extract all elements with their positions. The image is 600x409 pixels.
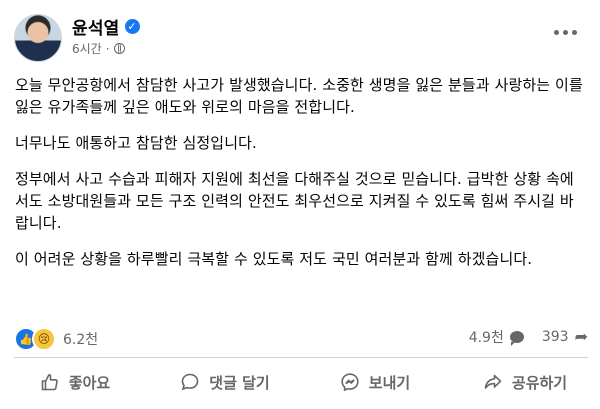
more-icon[interactable] (548, 22, 582, 42)
author-line: 윤석열 ✓ (72, 14, 140, 39)
comment-count[interactable]: 4.9천 (469, 327, 504, 347)
like-button[interactable]: 좋아요 (0, 360, 150, 404)
post-time[interactable]: 6시간 (72, 40, 102, 57)
post-paragraph: 너무나도 애통하고 참담한 심정입니다. (15, 134, 257, 152)
post-meta: 6시간 · (72, 40, 125, 57)
share-button[interactable]: 공유하기 (450, 360, 600, 404)
sad-reaction-icon: 😢 (32, 327, 56, 351)
share-label: 공유하기 (511, 373, 568, 392)
author-name[interactable]: 윤석열 (72, 14, 120, 39)
divider (14, 357, 588, 358)
verified-badge-icon: ✓ (124, 19, 140, 34)
comment-label: 댓글 달기 (209, 373, 270, 392)
comment-icon (180, 372, 200, 392)
post-content: 오늘 무안공항에서 참담한 사고가 발생했습니다. 소중한 생명을 잃은 분들과… (15, 74, 587, 284)
action-bar: 좋아요 댓글 달기 보내기 공유하기 (0, 360, 600, 404)
post-paragraph: 이 어려운 상황을 하루빨리 극복할 수 있도록 저도 국민 여러분과 함께 하… (15, 250, 533, 268)
post-header: 윤석열 ✓ 6시간 · (0, 0, 600, 66)
post-stats: 👍 😢 6.2천 4.9천 393 ➦ (14, 326, 588, 351)
like-label: 좋아요 (68, 373, 111, 392)
post-paragraph: 정부에서 사고 수습과 피해자 지원에 최선을 다해주실 것으로 믿습니다. 급… (15, 170, 574, 232)
avatar[interactable] (14, 14, 62, 62)
comment-count-icon (509, 331, 524, 346)
reactions-summary[interactable]: 👍 😢 6.2천 (14, 327, 98, 351)
comment-button[interactable]: 댓글 달기 (150, 360, 300, 404)
share-count[interactable]: 393 (542, 329, 569, 345)
thumbs-up-icon (40, 372, 60, 392)
engagement-counts: 4.9천 393 ➦ (469, 327, 588, 347)
meta-separator: · (105, 41, 110, 56)
globe-icon[interactable] (113, 43, 125, 54)
messenger-icon (340, 372, 360, 392)
send-button[interactable]: 보내기 (300, 360, 450, 404)
reaction-count: 6.2천 (63, 332, 99, 348)
share-count-icon: ➦ (574, 327, 588, 346)
send-label: 보내기 (368, 373, 411, 392)
share-icon (483, 372, 503, 392)
post-paragraph: 오늘 무안공항에서 참담한 사고가 발생했습니다. 소중한 생명을 잃은 분들과… (15, 76, 583, 116)
